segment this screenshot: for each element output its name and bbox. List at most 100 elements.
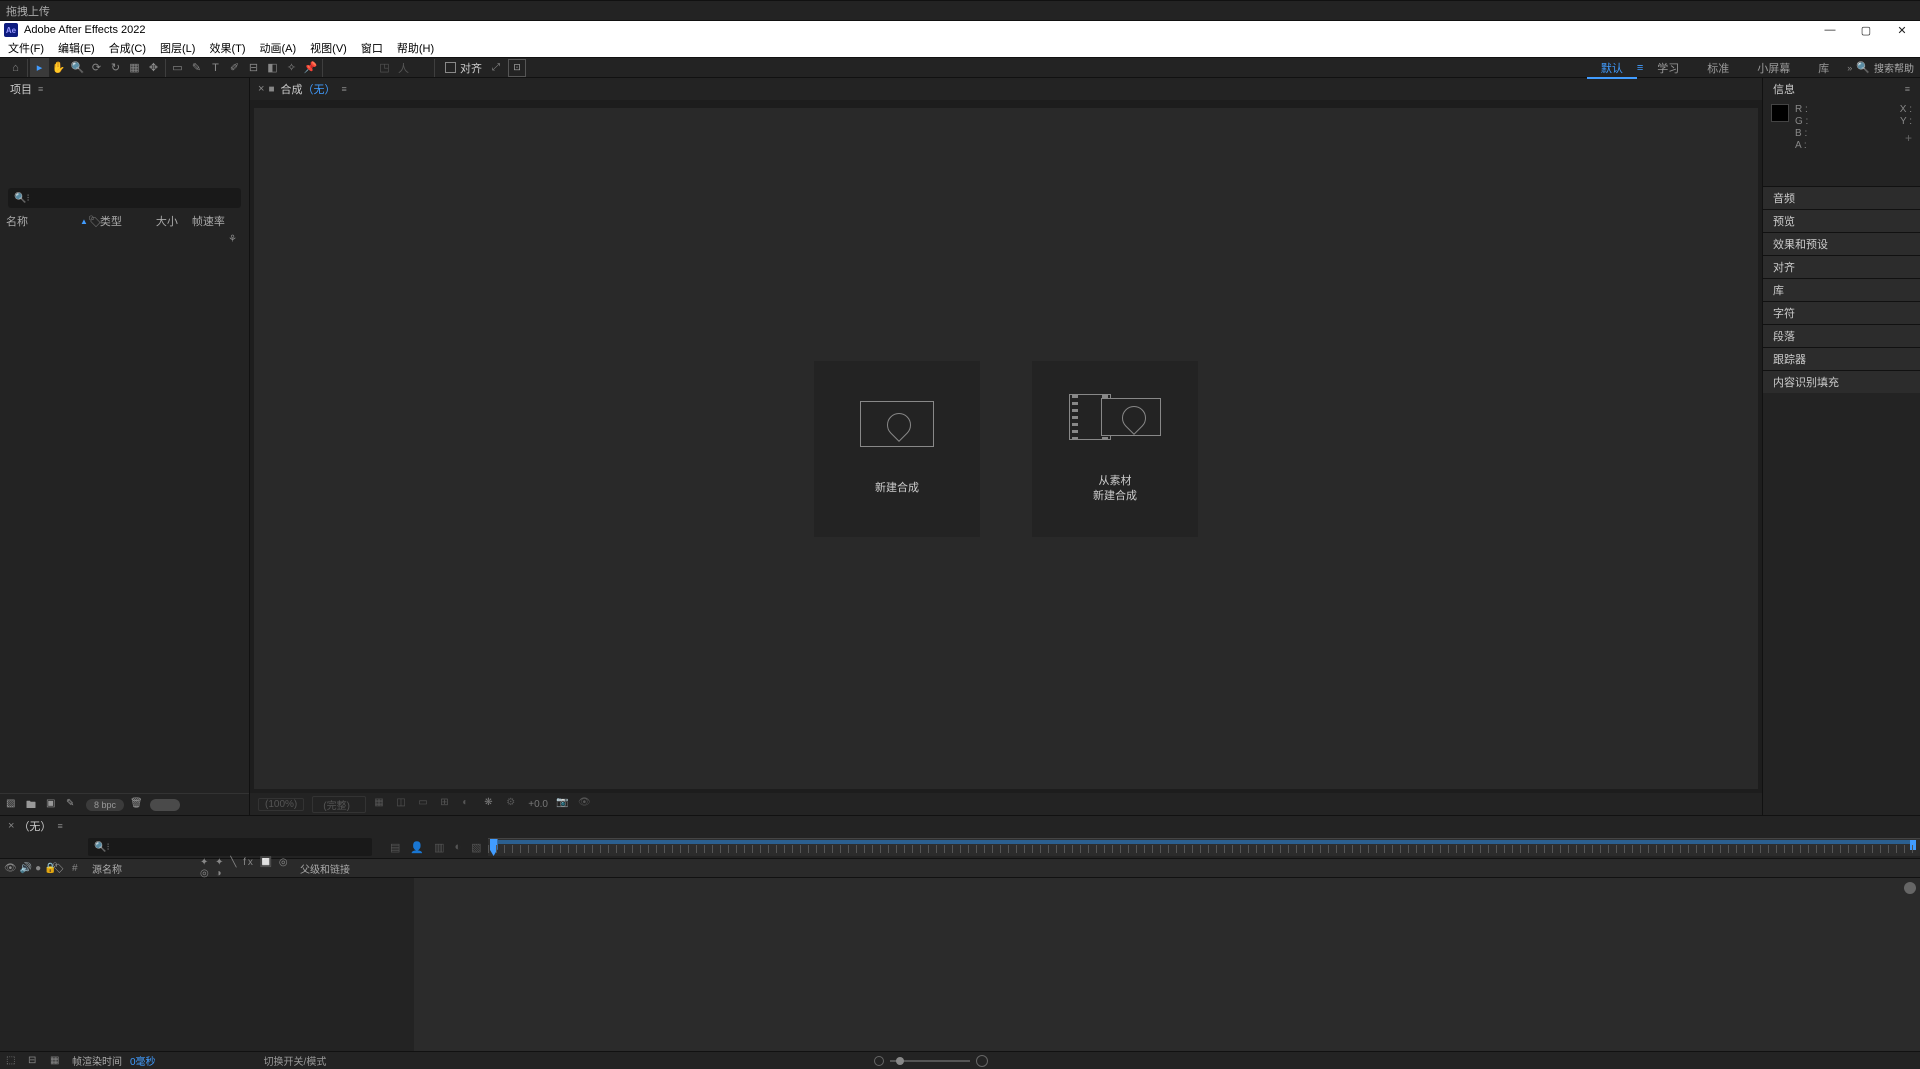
toggle-switches-modes-button[interactable]: 切换开关/模式 <box>264 1053 327 1068</box>
workspace-learn[interactable]: 学习 <box>1643 60 1693 76</box>
character-panel[interactable]: 字符 <box>1763 301 1920 324</box>
flowchart-icon[interactable]: ⚘ <box>0 230 249 249</box>
timeline-panel-menu-icon[interactable]: ≡ <box>57 821 62 831</box>
snapshot-icon[interactable]: 📷 <box>556 797 570 811</box>
axis-tool[interactable]: ◳ <box>375 58 394 77</box>
menu-composition[interactable]: 合成(C) <box>109 40 146 56</box>
upload-badge[interactable]: 拖拽上传 <box>0 0 1920 21</box>
viewer-panel-menu-icon[interactable]: ≡ <box>341 84 346 94</box>
timeline-layer-list[interactable] <box>0 878 414 1051</box>
interpret-footage-icon[interactable]: ▧ <box>6 798 20 812</box>
parent-col[interactable]: 父级和链接 <box>300 861 392 876</box>
project-panel-menu-icon[interactable]: ≡ <box>38 84 43 94</box>
toggle-transparency-icon[interactable]: ▦ <box>374 797 388 811</box>
eraser-tool[interactable]: ◧ <box>263 58 282 77</box>
motion-blur-icon[interactable]: ◐ <box>455 841 462 854</box>
effects-presets-panel[interactable]: 效果和预设 <box>1763 232 1920 255</box>
adjust-icon[interactable]: ✎ <box>66 798 80 812</box>
preview-panel[interactable]: 预览 <box>1763 209 1920 232</box>
menu-window[interactable]: 窗口 <box>361 40 383 56</box>
menu-layer[interactable]: 图层(L) <box>160 40 195 56</box>
shape-tool[interactable]: ▭ <box>168 58 187 77</box>
viewer-tab-close-icon[interactable]: × <box>258 83 264 95</box>
toggle-mask-icon[interactable]: ◫ <box>396 797 410 811</box>
timeline-tab-label[interactable]: （无） <box>18 818 51 834</box>
content-aware-fill-panel[interactable]: 内容识别填充 <box>1763 370 1920 393</box>
toggle-switches-icon[interactable]: ⬚ <box>6 1055 20 1066</box>
sort-icon[interactable]: ▲ <box>80 217 88 226</box>
region-icon[interactable]: ▭ <box>418 797 432 811</box>
graph-editor-icon[interactable]: ▧ <box>471 841 481 854</box>
zoom-out-icon[interactable] <box>874 1056 884 1066</box>
clone-tool[interactable]: ⊟ <box>244 58 263 77</box>
brush-tool[interactable]: ✐ <box>225 58 244 77</box>
snap-expand-icon[interactable]: ⤢ <box>492 62 500 73</box>
frame-blend-icon[interactable]: ▥ <box>434 841 444 854</box>
bpc-toggle[interactable]: 8 bpc <box>86 799 124 811</box>
workspace-default[interactable]: 默认 <box>1587 60 1637 76</box>
snap-options[interactable]: ⊡ <box>508 59 526 77</box>
rotate-tool[interactable]: ↻ <box>106 58 125 77</box>
workspace-library[interactable]: 库 <box>1804 60 1843 76</box>
workspace-standard[interactable]: 标准 <box>1693 60 1743 76</box>
zoom-tool[interactable]: 🔍 <box>68 58 87 77</box>
exposure-value[interactable]: +0.0 <box>528 799 548 810</box>
toggle-in-out-icon[interactable]: ▦ <box>50 1055 64 1066</box>
menu-animation[interactable]: 动画(A) <box>260 40 297 56</box>
menu-edit[interactable]: 编辑(E) <box>58 40 95 56</box>
toggle-modes-icon[interactable]: ⊟ <box>28 1055 42 1066</box>
col-size[interactable]: 大小 <box>156 213 192 229</box>
camera-tool[interactable]: ▦ <box>125 58 144 77</box>
menu-view[interactable]: 视图(V) <box>310 40 347 56</box>
project-search-input[interactable]: 🔍⁝ <box>8 188 241 208</box>
solo-col-icon[interactable]: ● <box>35 863 41 874</box>
home-tool[interactable]: ⌂ <box>6 58 25 77</box>
puppet-tool[interactable]: 📌 <box>301 58 320 77</box>
maximize-button[interactable]: ▢ <box>1860 24 1872 37</box>
axis-tool3[interactable] <box>413 58 432 77</box>
channel-icon[interactable]: ◐ <box>462 797 476 811</box>
shy-icon[interactable]: 👤 <box>410 841 424 854</box>
viewer-tab-label[interactable]: 合成 <box>280 81 302 97</box>
roto-tool[interactable]: ✧ <box>282 58 301 77</box>
comp-flowchart-icon[interactable]: ▤ <box>390 841 400 854</box>
menu-effect[interactable]: 效果(T) <box>209 40 245 56</box>
new-comp-icon[interactable]: ▣ <box>46 798 60 812</box>
minimize-button[interactable]: — <box>1824 24 1836 37</box>
video-col-icon[interactable]: 👁 <box>4 863 17 874</box>
timeline-track-area[interactable] <box>414 878 1920 1051</box>
search-help-icon[interactable]: 🔍 <box>1856 61 1870 74</box>
new-folder-icon[interactable]: 🖿 <box>26 798 40 812</box>
tracker-panel[interactable]: 跟踪器 <box>1763 347 1920 370</box>
label-col-icon[interactable]: 🏷 <box>52 863 72 874</box>
resolution-dropdown[interactable]: (完整) <box>312 796 366 813</box>
viewer-lock-icon[interactable]: ■ <box>268 84 274 95</box>
zoom-slider[interactable] <box>890 1060 970 1062</box>
anchor-tool[interactable]: ✥ <box>144 58 163 77</box>
pen-tool[interactable]: ✎ <box>187 58 206 77</box>
close-button[interactable]: ✕ <box>1896 24 1908 37</box>
menu-help[interactable]: 帮助(H) <box>397 40 434 56</box>
col-type[interactable]: 类型 <box>100 213 156 229</box>
workspace-overflow-icon[interactable]: » <box>1847 63 1852 73</box>
align-panel[interactable]: 对齐 <box>1763 255 1920 278</box>
source-name-col[interactable]: 源名称 <box>92 861 200 876</box>
timeline-search-input[interactable]: 🔍⁝ <box>88 838 372 856</box>
comp-marker-icon[interactable] <box>1904 882 1916 894</box>
trash-icon[interactable]: 🗑 <box>130 798 144 812</box>
label-icon[interactable]: 🏷 <box>88 215 100 228</box>
zoom-in-icon[interactable] <box>976 1055 988 1067</box>
timeline-tab-close-icon[interactable]: × <box>8 820 14 832</box>
paragraph-panel[interactable]: 段落 <box>1763 324 1920 347</box>
col-name[interactable]: 名称 <box>6 213 80 229</box>
snap-toggle[interactable]: 对齐 <box>445 60 482 76</box>
libraries-panel[interactable]: 库 <box>1763 278 1920 301</box>
zoom-dropdown[interactable]: (100%) <box>258 798 304 811</box>
info-panel-menu-icon[interactable]: ≡ <box>1905 84 1910 94</box>
selection-tool[interactable]: ▸ <box>30 58 49 77</box>
time-ruler[interactable] <box>488 838 1920 856</box>
color-mgmt-icon[interactable]: ❋ <box>484 797 498 811</box>
show-snapshot-icon[interactable]: 👁 <box>578 797 592 811</box>
info-panel-tab[interactable]: 信息 ≡ <box>1763 78 1920 100</box>
axis-tool2[interactable]: 人 <box>394 58 413 77</box>
